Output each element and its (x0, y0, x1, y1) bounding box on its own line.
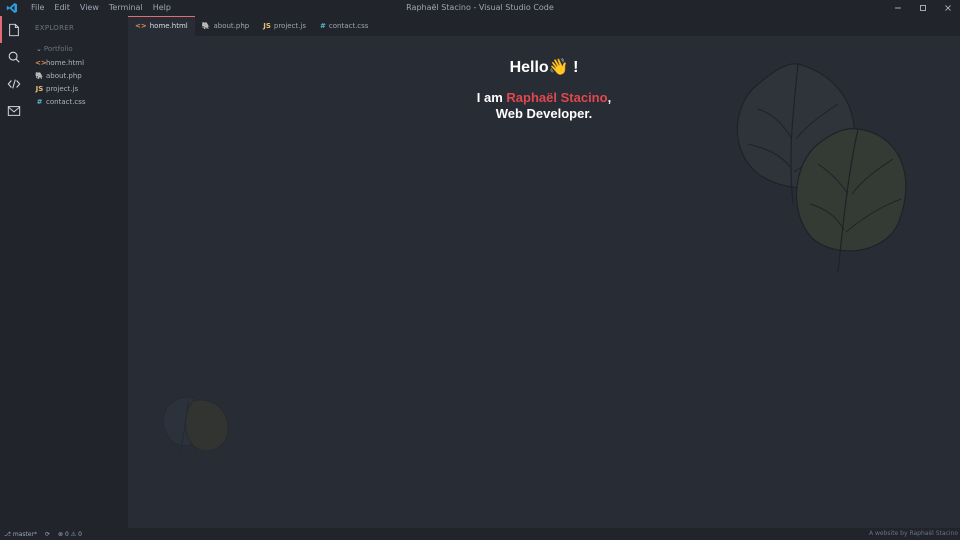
explorer-title: EXPLORER (35, 24, 75, 32)
minimize-icon (894, 7, 901, 9)
activity-bar (0, 16, 27, 528)
menu-view[interactable]: View (75, 0, 104, 16)
folder-portfolio[interactable]: ⌄ Portfolio (27, 42, 128, 56)
chevron-down-icon: ⌄ (36, 45, 42, 53)
file-label: about.php (46, 71, 82, 80)
activity-code[interactable] (0, 70, 27, 97)
file-project-js[interactable]: JS project.js (27, 82, 128, 95)
file-label: project.js (46, 84, 79, 93)
warning-icon: ⚠ (70, 530, 77, 538)
files-icon (8, 23, 19, 36)
developer-name: Raphaël Stacino (506, 90, 608, 105)
folder-label: Portfolio (43, 45, 73, 53)
warning-count: 0 (78, 530, 82, 538)
intro-line-1: I am Raphaël Stacino, (128, 90, 960, 106)
file-home-html[interactable]: <> home.html (27, 56, 128, 69)
error-count: 0 (65, 530, 69, 538)
mail-icon (7, 105, 20, 116)
credit-text: A website by Raphaël Stacino (869, 530, 958, 537)
status-bar: ⎇ master* ⟳ ⊗ 0 ⚠ 0 A website by Raphaël… (0, 528, 960, 540)
php-file-icon: 🐘 (35, 71, 44, 80)
branch-label: master* (12, 530, 38, 538)
problems-indicator[interactable]: ⊗ 0 ⚠ 0 (58, 531, 82, 538)
greeting-text: Hello (509, 59, 549, 76)
activity-explorer[interactable] (0, 16, 27, 43)
tab-project-js[interactable]: JS project.js (256, 16, 313, 36)
css-file-icon: # (36, 97, 43, 106)
greeting-suffix: ! (568, 59, 579, 76)
js-file-icon: JS (35, 84, 44, 93)
tab-home-html[interactable]: <> home.html (128, 16, 195, 36)
editor-tabs: <> home.html 🐘 about.php JS project.js #… (128, 16, 960, 36)
search-icon (8, 51, 20, 63)
html-file-icon: <> (135, 22, 147, 30)
file-contact-css[interactable]: # contact.css (27, 95, 128, 108)
php-file-icon: 🐘 (201, 22, 211, 30)
editor-area: Hello👋 ! I am Raphaël Stacino, Web Devel… (128, 36, 960, 528)
vscode-logo-icon (6, 3, 17, 13)
tab-label: contact.css (328, 22, 369, 30)
tab-label: home.html (149, 22, 188, 30)
maximize-button[interactable] (910, 0, 935, 16)
monstera-leaf-decoration (736, 63, 907, 273)
menu-terminal[interactable]: Terminal (104, 0, 148, 16)
window-controls (885, 0, 960, 16)
menu-file[interactable]: File (26, 0, 49, 16)
tab-about-php[interactable]: 🐘 about.php (195, 16, 256, 36)
error-icon: ⊗ (58, 530, 64, 538)
file-about-php[interactable]: 🐘 about.php (27, 69, 128, 82)
greeting-heading: Hello👋 ! (128, 57, 960, 77)
close-icon (944, 5, 951, 11)
title-bar: File Edit View Terminal Help Raphaël Sta… (0, 0, 960, 16)
intro-text: I am Raphaël Stacino, Web Developer. (128, 90, 960, 122)
intro-line-2: Web Developer. (495, 106, 593, 121)
intro-prefix: I am (476, 90, 507, 105)
menu-help[interactable]: Help (148, 0, 176, 16)
close-button[interactable] (935, 0, 960, 16)
activity-search[interactable] (0, 43, 27, 70)
sync-icon[interactable]: ⟳ (45, 531, 50, 538)
html-file-icon: <> (35, 58, 47, 67)
file-label: home.html (46, 58, 85, 67)
activity-mail[interactable] (0, 97, 27, 124)
menu-bar: File Edit View Terminal Help (26, 0, 176, 16)
small-leaf-decoration (163, 396, 229, 462)
tab-label: about.php (213, 22, 250, 30)
git-branch[interactable]: ⎇ master* (4, 531, 37, 538)
tab-contact-css[interactable]: # contact.css (313, 16, 375, 36)
code-icon (7, 78, 20, 89)
waving-hand-icon: 👋 (548, 59, 569, 76)
branch-icon: ⎇ (4, 530, 11, 538)
intro-suffix: , (607, 90, 612, 105)
css-file-icon: # (320, 22, 326, 30)
tab-label: project.js (273, 22, 306, 30)
js-file-icon: JS (263, 22, 271, 30)
minimize-button[interactable] (885, 0, 910, 16)
menu-edit[interactable]: Edit (49, 0, 75, 16)
maximize-icon (919, 5, 926, 11)
explorer-sidebar: EXPLORER ⌄ Portfolio <> home.html 🐘 abou… (27, 16, 128, 528)
file-label: contact.css (46, 97, 86, 106)
